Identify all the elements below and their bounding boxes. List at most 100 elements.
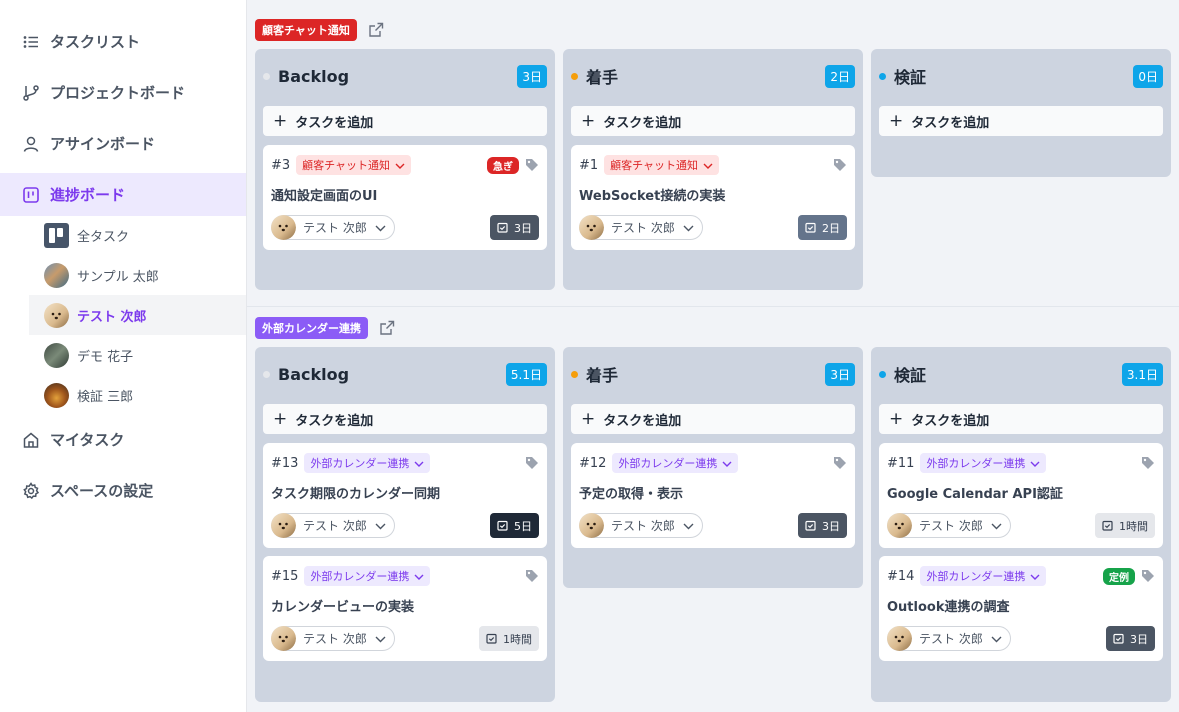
- chevron-down-icon: [683, 519, 694, 533]
- calendar-check-icon: [486, 633, 497, 644]
- column-duration-badge: 2日: [825, 64, 855, 88]
- task-card[interactable]: #1 顧客チャット通知 WebSocket接続の実装 テスト 次郎 2日: [571, 145, 855, 250]
- task-project-select[interactable]: 外部カレンダー連携: [612, 453, 739, 473]
- task-title: タスク期限のカレンダー同期: [271, 487, 441, 502]
- task-project-select[interactable]: 外部カレンダー連携: [304, 566, 431, 586]
- task-card[interactable]: #11 外部カレンダー連携 Google Calendar API認証 テスト …: [879, 443, 1163, 548]
- column-backlog: Backlog 3日 + タスクを追加 #3 顧客チャット通知 急ぎ 通知設定画面…: [255, 49, 555, 290]
- task-project-select[interactable]: 外部カレンダー連携: [304, 453, 431, 473]
- tag-icon[interactable]: [525, 456, 539, 470]
- tag-icon[interactable]: [833, 456, 847, 470]
- column-duration-badge: 0日: [1133, 64, 1163, 88]
- add-task-button[interactable]: + タスクを追加: [879, 404, 1163, 434]
- due-badge[interactable]: 3日: [798, 513, 847, 538]
- tag-icon[interactable]: [833, 158, 847, 172]
- nav-progress-board[interactable]: 進捗ボード: [0, 173, 246, 216]
- task-project-label: 外部カレンダー連携: [926, 457, 1026, 470]
- nav-project-board[interactable]: プロジェクトボード: [0, 71, 246, 114]
- home-icon: [22, 431, 40, 449]
- column-backlog: Backlog 5.1日 + タスクを追加 #13 外部カレンダー連携 タスク期限…: [255, 347, 555, 702]
- calendar-check-icon: [1102, 520, 1113, 531]
- tag-icon[interactable]: [1141, 569, 1155, 583]
- member-kensho-saburo[interactable]: 検証 三郎: [29, 375, 246, 415]
- task-title: WebSocket接続の実装: [579, 189, 726, 204]
- due-badge[interactable]: 3日: [490, 215, 539, 240]
- chevron-down-icon: [683, 221, 694, 235]
- external-link-icon[interactable]: [367, 21, 385, 39]
- task-project-select[interactable]: 外部カレンダー連携: [920, 453, 1047, 473]
- assignee-select[interactable]: テスト 次郎: [579, 513, 703, 538]
- task-number: #14: [887, 568, 915, 584]
- status-dot: [571, 370, 578, 378]
- assignee-select[interactable]: テスト 次郎: [271, 513, 395, 538]
- member-test-jiro[interactable]: テスト 次郎: [29, 295, 246, 335]
- project-tag[interactable]: 外部カレンダー連携: [255, 317, 368, 339]
- due-label: 5日: [514, 519, 532, 533]
- add-task-button[interactable]: + タスクを追加: [879, 106, 1163, 136]
- due-badge[interactable]: 2日: [798, 215, 847, 240]
- task-number: #15: [271, 568, 299, 584]
- member-demo-hanako[interactable]: デモ 花子: [29, 335, 246, 375]
- due-badge[interactable]: 3日: [1106, 626, 1155, 651]
- calendar-check-icon: [805, 222, 816, 233]
- column-title: Backlog: [278, 364, 350, 384]
- task-card[interactable]: #14 外部カレンダー連携 定例 Outlook連携の調査 テスト 次郎 3日: [879, 556, 1163, 661]
- tag-icon[interactable]: [525, 569, 539, 583]
- task-project-label: 顧客チャット通知: [610, 159, 699, 172]
- task-project-select[interactable]: 外部カレンダー連携: [920, 566, 1047, 586]
- member-label: 全タスク: [77, 229, 130, 245]
- plus-icon: +: [581, 409, 596, 429]
- assignee-select[interactable]: テスト 次郎: [271, 215, 395, 240]
- plus-icon: +: [889, 409, 904, 429]
- assignee-select[interactable]: テスト 次郎: [271, 626, 395, 651]
- task-card[interactable]: #15 外部カレンダー連携 カレンダービューの実装 テスト 次郎 1時間: [263, 556, 547, 661]
- sidebar: タスクリスト プロジェクトボード アサインボード 進捗ボード 全タスク サンプル…: [0, 0, 247, 712]
- assignee-name: テスト 次郎: [919, 632, 983, 646]
- tag-icon[interactable]: [1141, 456, 1155, 470]
- task-title: 予定の取得・表示: [579, 487, 684, 502]
- project-header: 外部カレンダー連携: [255, 317, 396, 339]
- status-dot: [263, 370, 270, 378]
- column-in-progress: 着手 3日 + タスクを追加 #12 外部カレンダー連携 予定の取得・表示 テスト…: [563, 347, 863, 588]
- avatar: [271, 215, 296, 240]
- nav-assign-board[interactable]: アサインボード: [0, 122, 246, 165]
- nav-my-tasks[interactable]: マイタスク: [0, 418, 246, 461]
- member-label: デモ 花子: [77, 349, 134, 365]
- task-card[interactable]: #3 顧客チャット通知 急ぎ 通知設定画面のUI テスト 次郎 3日: [263, 145, 547, 250]
- member-all-tasks[interactable]: 全タスク: [29, 215, 246, 255]
- due-badge[interactable]: 1時間: [1095, 513, 1155, 538]
- task-project-select[interactable]: 顧客チャット通知: [604, 155, 720, 175]
- member-label: 検証 三郎: [77, 389, 134, 405]
- project-tag[interactable]: 顧客チャット通知: [255, 19, 357, 41]
- status-dot: [879, 370, 886, 378]
- add-task-button[interactable]: + タスクを追加: [571, 404, 855, 434]
- due-badge[interactable]: 1時間: [479, 626, 539, 651]
- status-dot: [571, 72, 578, 80]
- column-header: 検証 0日: [879, 63, 1163, 89]
- add-task-button[interactable]: + タスクを追加: [263, 106, 547, 136]
- tag-icon[interactable]: [525, 158, 539, 172]
- assignee-select[interactable]: テスト 次郎: [887, 626, 1011, 651]
- nav-assign-board-label: アサインボード: [50, 135, 156, 153]
- external-link-icon[interactable]: [378, 319, 396, 337]
- nav-space-settings[interactable]: スペースの設定: [0, 469, 246, 512]
- member-sample-taro[interactable]: サンプル 太郎: [29, 255, 246, 295]
- task-card[interactable]: #12 外部カレンダー連携 予定の取得・表示 テスト 次郎 3日: [571, 443, 855, 548]
- nav-task-list[interactable]: タスクリスト: [0, 20, 246, 63]
- add-task-button[interactable]: + タスクを追加: [571, 106, 855, 136]
- avatar: [271, 626, 296, 651]
- task-title: Google Calendar API認証: [887, 487, 1063, 502]
- due-label: 3日: [514, 221, 532, 235]
- task-number: #13: [271, 455, 299, 471]
- due-badge[interactable]: 5日: [490, 513, 539, 538]
- task-project-select[interactable]: 顧客チャット通知: [296, 155, 412, 175]
- add-task-label: タスクを追加: [911, 413, 990, 429]
- assignee-select[interactable]: テスト 次郎: [887, 513, 1011, 538]
- branch-icon: [22, 84, 40, 102]
- task-card[interactable]: #13 外部カレンダー連携 タスク期限のカレンダー同期 テスト 次郎 5日: [263, 443, 547, 548]
- due-label: 3日: [1130, 632, 1148, 646]
- plus-icon: +: [889, 111, 904, 131]
- assignee-select[interactable]: テスト 次郎: [579, 215, 703, 240]
- nav-task-list-label: タスクリスト: [50, 33, 141, 51]
- add-task-button[interactable]: + タスクを追加: [263, 404, 547, 434]
